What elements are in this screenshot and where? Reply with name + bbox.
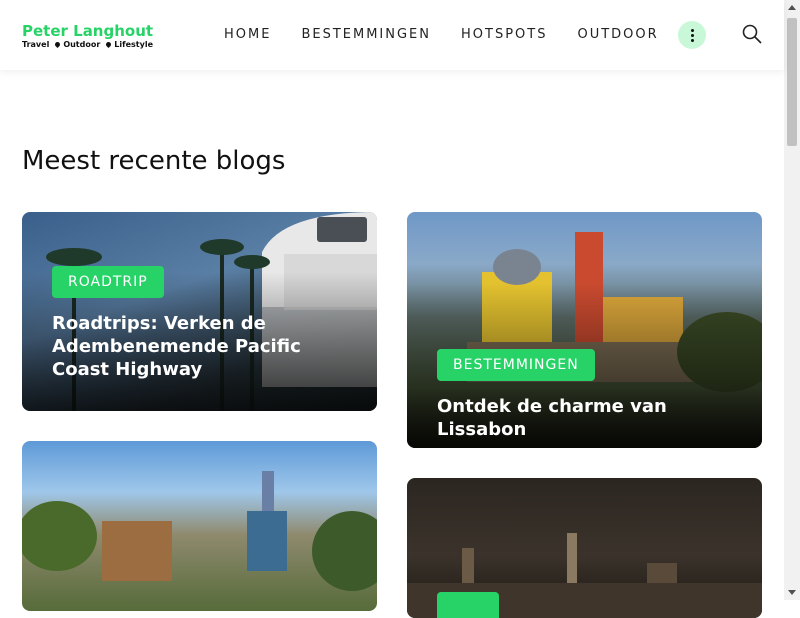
- main-nav: HOME BESTEMMINGEN HOTSPOTS OUTDOOR: [224, 27, 689, 42]
- location-pin-icon: [54, 40, 62, 49]
- search-icon[interactable]: [742, 24, 762, 44]
- tagline-travel: Travel: [22, 40, 50, 49]
- scroll-down-arrow-icon[interactable]: [788, 590, 796, 595]
- more-menu-button[interactable]: [678, 21, 706, 49]
- card-title[interactable]: Roadtrips: Verken de Adembenemende Pacif…: [52, 312, 352, 381]
- nav-outdoor[interactable]: OUTDOOR: [577, 27, 658, 42]
- card-image: [22, 471, 377, 591]
- site-header: Peter Langhout Travel Outdoor Lifestyle …: [0, 0, 784, 70]
- more-vertical-icon: [690, 28, 694, 42]
- nav-home[interactable]: HOME: [224, 27, 271, 42]
- site-logo-title[interactable]: Peter Langhout: [22, 22, 153, 40]
- blog-card-roadtrip[interactable]: ROADTRIP Roadtrips: Verken de Adembeneme…: [22, 212, 377, 411]
- page-scrollbar[interactable]: [784, 0, 800, 600]
- site-tagline: Travel Outdoor Lifestyle: [22, 40, 153, 49]
- tagline-lifestyle: Lifestyle: [105, 40, 153, 49]
- blog-card-barcelona[interactable]: [22, 441, 377, 611]
- category-tag[interactable]: [437, 592, 499, 618]
- category-tag[interactable]: BESTEMMINGEN: [437, 349, 595, 381]
- scroll-up-arrow-icon[interactable]: [788, 5, 796, 10]
- blog-card-city-night[interactable]: [407, 478, 762, 618]
- category-tag[interactable]: ROADTRIP: [52, 266, 164, 298]
- blog-card-lissabon[interactable]: BESTEMMINGEN Ontdek de charme van Lissab…: [407, 212, 762, 448]
- scroll-thumb[interactable]: [787, 18, 797, 146]
- section-title: Meest recente blogs: [22, 146, 286, 176]
- card-title[interactable]: Ontdek de charme van Lissabon: [437, 395, 747, 441]
- tagline-outdoor: Outdoor: [54, 40, 100, 49]
- nav-bestemmingen[interactable]: BESTEMMINGEN: [301, 27, 431, 42]
- location-pin-icon: [105, 40, 113, 49]
- nav-hotspots[interactable]: HOTSPOTS: [461, 27, 547, 42]
